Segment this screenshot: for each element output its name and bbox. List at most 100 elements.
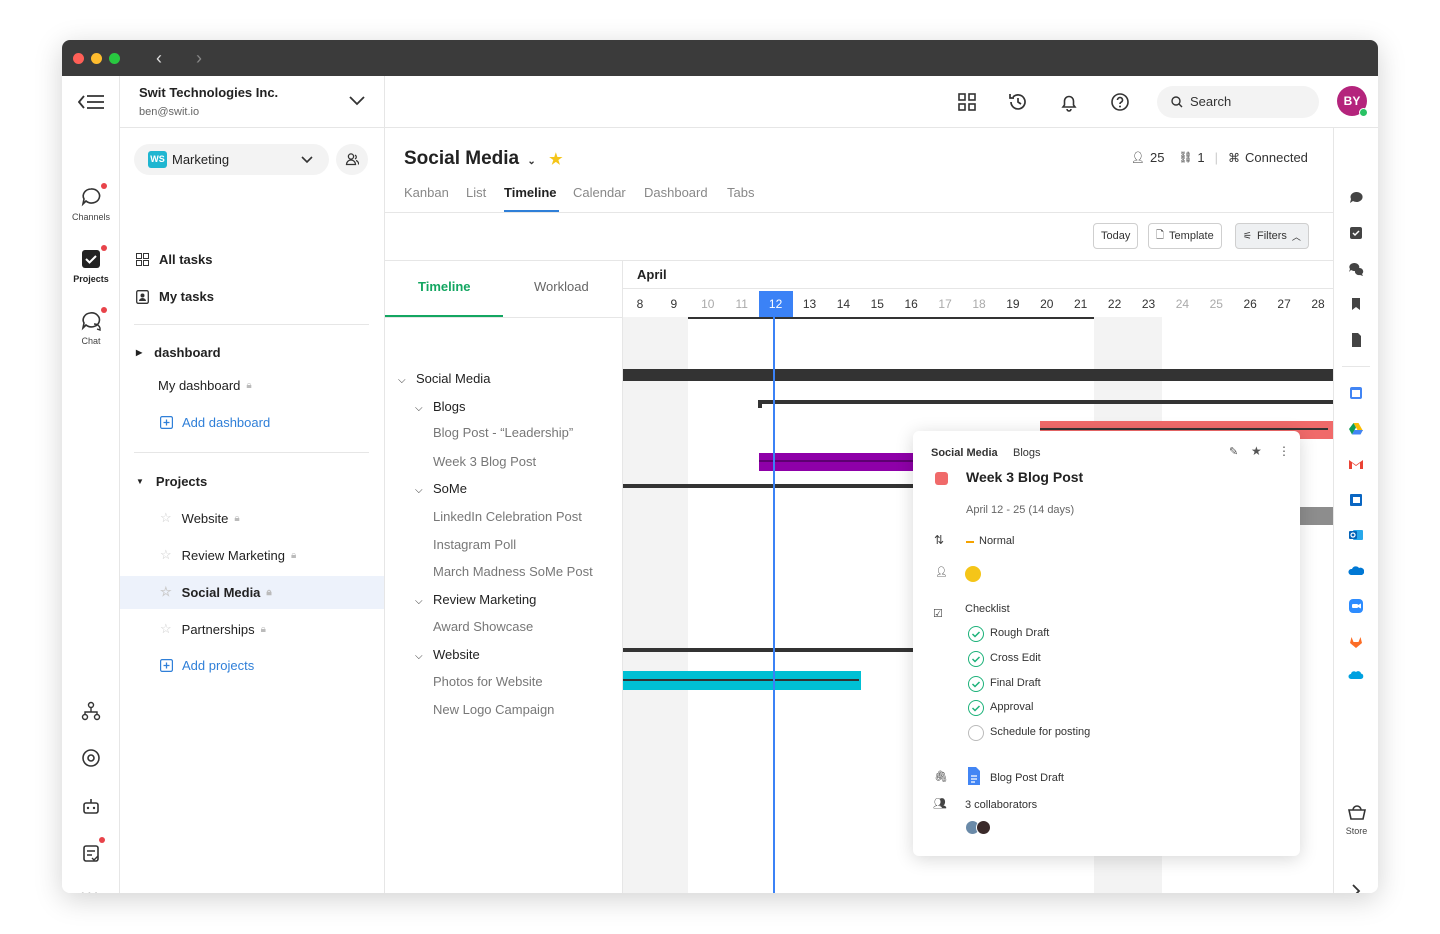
zoom-icon[interactable] <box>1348 598 1364 614</box>
outlook-icon[interactable] <box>1348 527 1364 543</box>
history-icon[interactable] <box>1007 91 1029 113</box>
task-title[interactable]: Week 3 Blog Post <box>966 469 1083 485</box>
gitlab-icon[interactable] <box>1348 634 1364 650</box>
members-count[interactable]: 25 <box>1150 150 1164 165</box>
tab-tabs[interactable]: Tabs <box>727 185 754 200</box>
project-title[interactable]: Social Media ⌄ ★ <box>404 148 563 170</box>
edit-pencil-icon[interactable]: ✎ <box>1229 445 1238 458</box>
rail-channels[interactable]: Channels <box>62 183 120 222</box>
forward-arrow-icon[interactable]: › <box>196 48 202 69</box>
assignee-avatar[interactable] <box>965 566 981 582</box>
task-dates[interactable]: April 12 - 25 (14 days) <box>966 504 1074 516</box>
workspace-selector[interactable]: WS Marketing <box>134 144 329 175</box>
tree-group-review-marketing[interactable]: ⌵ Review Marketing <box>415 592 536 607</box>
search-input[interactable]: Search <box>1157 86 1319 118</box>
tree-task-item[interactable]: Instagram Poll <box>433 537 516 552</box>
template-button[interactable]: 🗋︎ Template <box>1148 223 1222 249</box>
all-tasks-link[interactable]: All tasks <box>136 252 212 267</box>
chevron-right-icon[interactable] <box>1351 883 1361 893</box>
priority-value[interactable]: Normal <box>979 535 1014 547</box>
checklist-checkbox-empty[interactable] <box>968 725 984 741</box>
tree-task-item[interactable]: March Madness SoMe Post <box>433 564 593 579</box>
user-avatar[interactable]: BY <box>1337 86 1368 117</box>
back-arrow-icon[interactable]: ‹ <box>156 48 162 69</box>
members-button[interactable] <box>336 144 368 175</box>
tab-timeline[interactable]: Timeline <box>504 185 557 200</box>
connected-label[interactable]: Connected <box>1245 150 1308 165</box>
bell-icon[interactable] <box>1058 91 1080 113</box>
rail-projects[interactable]: Projects <box>62 245 120 284</box>
sidebar-item-review-marketing[interactable]: ☆ Review Marketing 🔒︎ <box>160 547 296 563</box>
bookmark-icon[interactable] <box>1348 296 1364 312</box>
file-icon[interactable] <box>1348 332 1364 348</box>
gantt-bar-linkedin[interactable] <box>1298 507 1333 525</box>
sidebar-item-social-media[interactable]: ☆ Social Media 🔒︎ <box>160 584 272 600</box>
google-drive-icon[interactable] <box>1348 421 1364 437</box>
star-outline-icon[interactable]: ☆ <box>160 584 172 600</box>
tree-task-item[interactable]: Blog Post - “Leadership” <box>433 425 573 440</box>
sidebar-item-partnerships[interactable]: ☆ Partnerships 🔒︎ <box>160 621 266 637</box>
salesforce-icon[interactable] <box>1348 668 1364 684</box>
dashboard-group[interactable]: ▶ dashboard <box>136 345 221 360</box>
my-dashboard-link[interactable]: My dashboard 🔒︎ <box>158 378 252 393</box>
target-icon[interactable] <box>81 748 101 768</box>
tree-task-item[interactable]: New Logo Campaign <box>433 702 554 717</box>
minimize-window-button[interactable] <box>91 53 102 64</box>
gmail-icon[interactable] <box>1348 456 1364 472</box>
more-icon[interactable]: ••• <box>80 887 100 893</box>
tree-task-item[interactable]: Week 3 Blog Post <box>433 454 536 469</box>
checklist-checkbox[interactable] <box>968 700 984 716</box>
tree-group-website[interactable]: ⌵ Website <box>415 647 480 662</box>
add-projects-link[interactable]: Add projects <box>160 658 254 673</box>
projects-group[interactable]: ▼ Projects <box>136 474 207 489</box>
close-window-button[interactable] <box>73 53 84 64</box>
sidebar-item-website[interactable]: ☆ Website 🔒︎ <box>160 510 240 526</box>
star-outline-icon[interactable]: ☆ <box>160 547 172 563</box>
task-color-swatch[interactable] <box>935 472 948 485</box>
tab-list[interactable]: List <box>466 185 486 200</box>
tree-task-item[interactable]: Award Showcase <box>433 619 533 634</box>
checklist-checkbox[interactable] <box>968 676 984 692</box>
rail-chat[interactable]: Chat <box>62 307 120 346</box>
collapse-sidebar-icon[interactable] <box>77 92 106 112</box>
google-docs-icon[interactable] <box>966 766 982 786</box>
gantt-bar-social-media[interactable] <box>623 369 1333 381</box>
checklist-checkbox[interactable] <box>968 626 984 642</box>
google-calendar-icon[interactable] <box>1348 385 1364 401</box>
more-vertical-icon[interactable]: ⋮ <box>1278 444 1290 458</box>
org-chart-icon[interactable] <box>81 701 101 721</box>
tab-calendar[interactable]: Calendar <box>573 185 626 200</box>
apps-grid-icon[interactable] <box>956 91 978 113</box>
workspace-header[interactable]: Swit Technologies Inc. ben@swit.io <box>120 76 385 128</box>
tree-task-item[interactable]: LinkedIn Celebration Post <box>433 509 582 524</box>
onedrive-icon[interactable] <box>1348 563 1364 579</box>
breadcrumb-project[interactable]: Social Media <box>931 447 998 459</box>
links-count[interactable]: 1 <box>1197 150 1204 165</box>
chat-bubbles-icon[interactable] <box>1348 261 1364 277</box>
star-filled-icon[interactable]: ★ <box>549 151 562 168</box>
filters-button[interactable]: ⚟ Filters ︿ <box>1235 223 1309 249</box>
maximize-window-button[interactable] <box>109 53 120 64</box>
approvals-icon[interactable] <box>81 843 101 863</box>
star-outline-icon[interactable]: ☆ <box>160 510 172 526</box>
tree-group-blogs[interactable]: ⌵ Blogs <box>415 399 466 414</box>
today-button[interactable]: Today <box>1093 223 1139 249</box>
tab-tree-timeline[interactable]: Timeline <box>418 279 471 294</box>
tab-tree-workload[interactable]: Workload <box>534 279 589 294</box>
collaborator-avatar[interactable] <box>976 820 991 835</box>
store-button[interactable]: Store <box>1334 803 1378 836</box>
star-outline-icon[interactable]: ☆ <box>160 621 172 637</box>
tab-kanban[interactable]: Kanban <box>404 185 449 200</box>
tab-dashboard[interactable]: Dashboard <box>644 185 708 200</box>
add-dashboard-link[interactable]: Add dashboard <box>160 415 270 430</box>
my-tasks-link[interactable]: My tasks <box>136 289 214 304</box>
tree-group-some[interactable]: ⌵ SoMe <box>415 481 467 496</box>
bot-icon[interactable] <box>81 796 101 816</box>
tree-task-item[interactable]: Photos for Website <box>433 674 543 689</box>
checklist-checkbox[interactable] <box>968 651 984 667</box>
attachment-name[interactable]: Blog Post Draft <box>990 772 1064 784</box>
gantt-bar-blogs[interactable] <box>758 400 1333 404</box>
help-icon[interactable] <box>1109 91 1131 113</box>
comment-icon[interactable] <box>1348 190 1364 206</box>
tree-group-social-media[interactable]: ⌵ Social Media <box>398 371 490 386</box>
